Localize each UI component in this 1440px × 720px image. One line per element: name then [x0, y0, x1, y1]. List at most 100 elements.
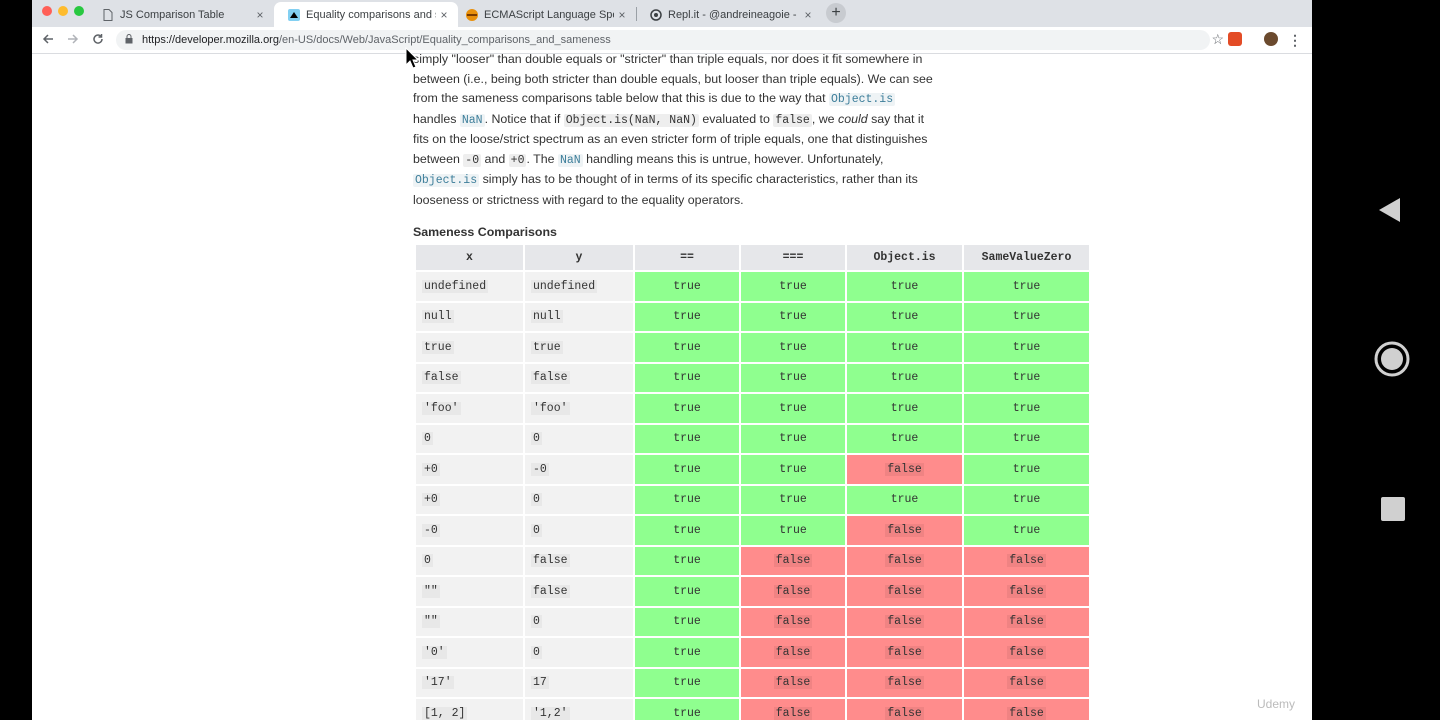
- cell-value: 'foo': [422, 401, 461, 415]
- cell-value: true: [673, 554, 701, 568]
- cell-value: +0: [422, 462, 440, 476]
- tab-ecmascript-spec[interactable]: ECMAScript Language Specific ×: [452, 2, 636, 27]
- close-tab-icon[interactable]: ×: [436, 8, 452, 22]
- cell-value: -0: [422, 523, 440, 537]
- cell-value: null: [531, 310, 563, 324]
- tab-equality-comparisons[interactable]: Equality comparisons and sam ×: [274, 2, 458, 27]
- table-body: undefined undefined true true true true null nu…: [416, 272, 1089, 720]
- cell-result: true: [847, 394, 962, 423]
- cell-value: true: [779, 462, 807, 476]
- column-header-object-is: Object.is: [847, 245, 962, 270]
- column-header-x: x: [416, 245, 523, 270]
- cell-y: false: [525, 363, 633, 392]
- tab-replit[interactable]: Repl.it - @andreineagoie - zer ×: [636, 2, 822, 27]
- cell-value: false: [773, 676, 813, 690]
- cell-value: true: [673, 645, 701, 659]
- cell-result: true: [635, 302, 739, 331]
- tab-title: ECMAScript Language Specific: [484, 8, 614, 21]
- minimize-window-button[interactable]: [58, 6, 68, 16]
- cell-value: true: [531, 340, 563, 354]
- cell-value: 0: [531, 615, 542, 629]
- mdn-icon: [288, 8, 300, 21]
- cell-value: true: [422, 340, 454, 354]
- recents-square-icon[interactable]: [1381, 497, 1405, 521]
- new-tab-button[interactable]: +: [826, 3, 846, 23]
- cell-result: true: [635, 485, 739, 514]
- cell-value: false: [1007, 676, 1046, 690]
- page-content: simply "looser" than double equals or "s…: [32, 54, 1312, 720]
- nan-link[interactable]: NaN: [459, 113, 485, 127]
- address-bar[interactable]: https://developer.mozilla.org/en-US/docs…: [116, 30, 1224, 50]
- prose-line: fits on the loose/strict spectrum as an …: [413, 132, 928, 146]
- cell-result: true: [635, 577, 739, 606]
- cell-result: true: [847, 424, 962, 453]
- cell-value: true: [779, 371, 807, 385]
- extension-icon[interactable]: [1228, 32, 1242, 46]
- cell-result: false: [847, 516, 962, 545]
- column-header-double-equals: ==: [635, 245, 739, 270]
- inline-code: -0: [463, 153, 482, 167]
- prose-line: looseness or strictness with regard to t…: [413, 192, 744, 207]
- home-circle-icon[interactable]: [1374, 341, 1410, 377]
- cell-result: true: [964, 333, 1089, 362]
- back-arrow-icon[interactable]: [39, 31, 57, 49]
- tab-js-comparison[interactable]: JS Comparison Table ×: [88, 2, 274, 27]
- cell-y: false: [525, 577, 633, 606]
- cell-result: true: [635, 638, 739, 667]
- cell-value: true: [779, 432, 807, 446]
- profile-avatar[interactable]: [1264, 32, 1278, 46]
- cell-value: undefined: [422, 279, 489, 293]
- cell-y: 0: [525, 485, 633, 514]
- cell-result: false: [847, 638, 962, 667]
- forward-arrow-icon[interactable]: [64, 31, 82, 49]
- lock-icon: [125, 34, 133, 46]
- cell-y: 0: [525, 638, 633, 667]
- object-is-link[interactable]: Object.is: [829, 93, 896, 106]
- cell-value: false: [773, 615, 813, 629]
- cell-result: true: [635, 424, 739, 453]
- cell-y: 0: [525, 607, 633, 636]
- cell-value: true: [673, 310, 701, 324]
- cell-value: true: [1012, 462, 1041, 476]
- cell-value: false: [885, 706, 924, 720]
- cell-x: "": [416, 577, 523, 606]
- cell-value: false: [1007, 554, 1046, 568]
- close-tab-icon[interactable]: ×: [252, 8, 268, 22]
- cell-value: true: [673, 706, 701, 720]
- table-title: Sameness Comparisons: [413, 225, 557, 239]
- maximize-window-button[interactable]: [74, 6, 84, 16]
- reload-icon[interactable]: [89, 31, 107, 49]
- bookmark-star-icon[interactable]: ☆: [1211, 31, 1224, 48]
- cell-value: true: [779, 279, 807, 293]
- cell-value: false: [1007, 615, 1046, 629]
- cell-value: false: [773, 706, 813, 720]
- cell-value: '0': [422, 645, 447, 659]
- menu-kebab-icon[interactable]: ⋮: [1286, 31, 1304, 49]
- close-tab-icon[interactable]: ×: [614, 8, 630, 22]
- prose-line: between -0 and +0. The NaN handling mean…: [413, 151, 884, 167]
- close-tab-icon[interactable]: ×: [800, 8, 816, 22]
- cell-value: false: [773, 554, 813, 568]
- cell-value: true: [673, 279, 701, 293]
- close-window-button[interactable]: [42, 6, 52, 16]
- table-row: "" 0 true false false false: [416, 607, 1089, 636]
- cell-result: true: [635, 668, 739, 697]
- nan-link[interactable]: NaN: [557, 153, 583, 167]
- cell-value: true: [1012, 493, 1041, 507]
- cell-value: undefined: [531, 279, 598, 293]
- sameness-comparisons-table: x y == === Object.is SameValueZero undef…: [414, 243, 1091, 720]
- cell-result: true: [635, 607, 739, 636]
- cell-value: false: [885, 676, 924, 690]
- cell-y: -0: [525, 455, 633, 484]
- object-is-link[interactable]: Object.is: [413, 174, 480, 187]
- table-row: -0 0 true true false true: [416, 516, 1089, 545]
- cell-x: '0': [416, 638, 523, 667]
- cell-x: null: [416, 302, 523, 331]
- back-triangle-icon[interactable]: [1378, 197, 1402, 223]
- cell-result: false: [964, 546, 1089, 575]
- cell-value: true: [890, 401, 919, 415]
- cell-result: true: [741, 455, 845, 484]
- table-row: '0' 0 true false false false: [416, 638, 1089, 667]
- cell-value: "": [422, 615, 440, 629]
- cell-result: true: [964, 424, 1089, 453]
